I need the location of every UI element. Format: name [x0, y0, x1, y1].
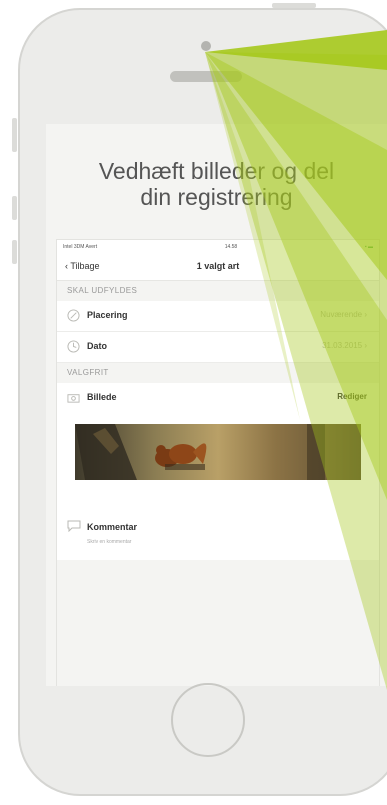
kommentar-placeholder[interactable]: Skriv en kommentar [87, 539, 131, 545]
headline-line-1: Vedhæft billeder og del [98, 158, 335, 184]
home-button[interactable] [171, 683, 245, 757]
placering-value: Nuværende › [320, 310, 367, 319]
billede-label: Billede [87, 392, 117, 402]
speaker-grille [170, 71, 242, 82]
carrier-label: Intel 3DM Avert [63, 244, 98, 250]
billede-row: Billede Rediger [57, 383, 379, 413]
clock-icon [67, 340, 80, 353]
squirrel-photo-art [75, 424, 325, 480]
status-bar: Intel 3DM Avert 14.58 ▪ ▬ [57, 240, 379, 254]
section-header-optional: VALGFRIT [57, 363, 379, 383]
battery-icon: ▪ ▬ [364, 244, 373, 250]
front-camera [201, 41, 211, 51]
kommentar-row[interactable]: Kommentar Skriv en kommentar [57, 510, 379, 550]
headline: Vedhæft billeder og del din registrering [46, 158, 387, 210]
app-screen: Intel 3DM Avert 14.58 ▪ ▬ ‹ Tilbage 1 va… [56, 239, 380, 686]
placering-row[interactable]: Placering Nuværende › [57, 301, 379, 332]
volume-down-button [12, 240, 17, 264]
side-button [12, 118, 17, 152]
headline-line-2: din registrering [140, 184, 293, 210]
phone-screen: Vedhæft billeder og del din registrering… [46, 124, 387, 686]
placering-label: Placering [87, 310, 128, 320]
nav-title: 1 valgt art [196, 261, 240, 271]
camera-icon [67, 394, 80, 403]
kommentar-label: Kommentar [87, 522, 138, 532]
dato-row[interactable]: Dato 31.03.2015 › [57, 332, 379, 363]
squirrel-photo[interactable] [75, 424, 361, 480]
comment-icon [67, 520, 81, 532]
section-header-required: SKAL UDFYLDES [57, 281, 379, 301]
dato-value: 31.03.2015 › [322, 341, 367, 350]
power-button [272, 3, 316, 8]
location-icon [67, 309, 80, 322]
dato-label: Dato [87, 341, 107, 351]
rediger-button[interactable]: Rediger [337, 392, 367, 401]
navigation-bar: ‹ Tilbage 1 valgt art [57, 254, 379, 281]
clock-label: 14.58 [224, 244, 238, 250]
volume-up-button [12, 196, 17, 220]
empty-area [57, 560, 379, 686]
